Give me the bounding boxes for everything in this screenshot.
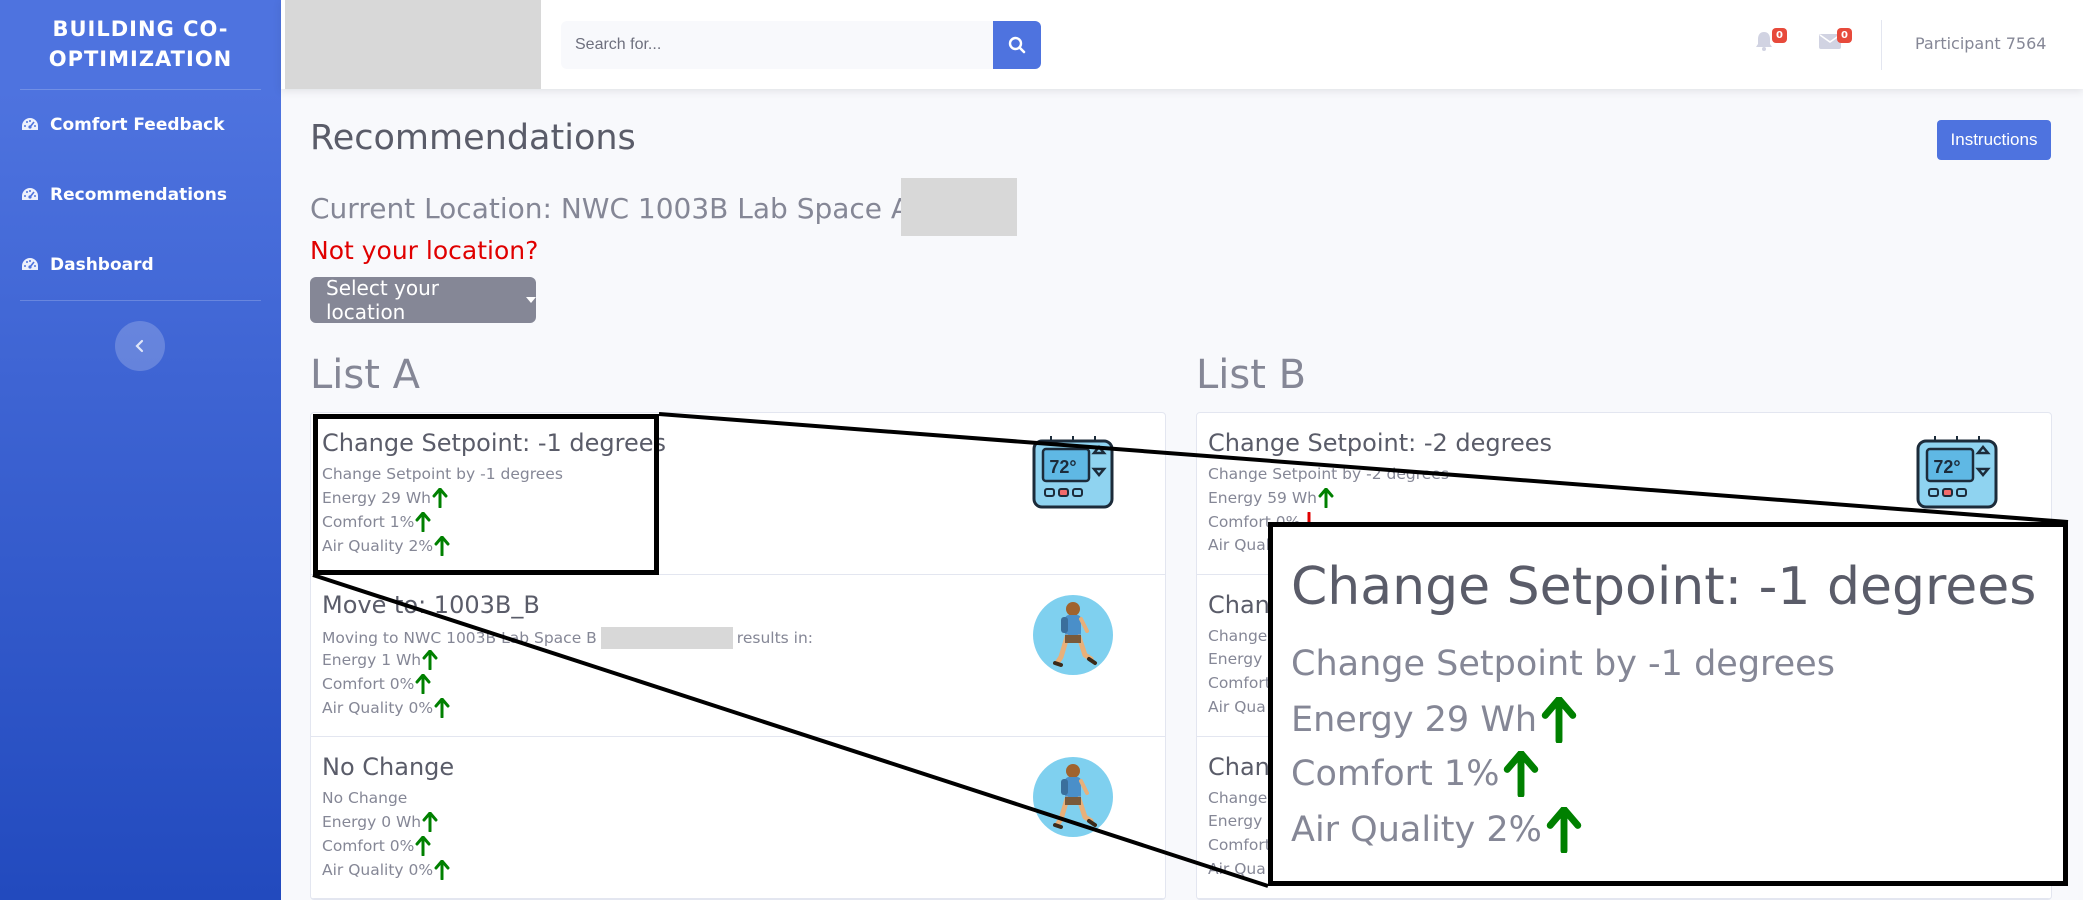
select-location-label: Select your location (326, 276, 440, 324)
tachometer-icon (20, 185, 40, 205)
item-comfort: Comfort 0% (322, 674, 431, 694)
item-description: Change (1208, 789, 1268, 807)
messages-count-badge: 0 (1837, 28, 1852, 43)
not-your-location-text: Not your location? (310, 236, 539, 265)
up-arrow-icon (434, 860, 450, 880)
walking-person-icon (1031, 755, 1115, 839)
item-description: Change (1208, 627, 1268, 645)
svg-text:72°: 72° (1049, 457, 1076, 477)
list-b-title: List B (1196, 352, 1307, 398)
sidebar-divider (20, 89, 261, 90)
alerts-count-badge: 0 (1772, 28, 1787, 43)
up-arrow-icon (422, 812, 438, 832)
item-air-quality: Air Quality 0% (322, 698, 450, 718)
user-menu[interactable]: Participant 7564 (1915, 34, 2046, 53)
item-description: No Change (322, 789, 408, 807)
zoom-callout: Change Setpoint: -1 degrees Change Setpo… (1268, 522, 2068, 886)
up-arrow-icon (415, 674, 431, 694)
zoom-source-highlight (313, 414, 659, 575)
redacted-area (285, 0, 541, 89)
caret-down-icon (526, 297, 536, 303)
up-arrow-icon (434, 698, 450, 718)
search-form (561, 21, 1041, 69)
item-energy: Energy (1208, 812, 1263, 830)
walking-person-icon (1031, 593, 1115, 677)
zoom-item-title: Change Setpoint: -1 degrees (1291, 557, 2037, 617)
topbar: 0 0 Participant 7564 (281, 0, 2083, 89)
zoom-item-air-quality: Air Quality 2% (1291, 807, 1584, 853)
thermostat-icon: 72° (1031, 433, 1115, 517)
sidebar-item-dashboard[interactable]: Dashboard (20, 245, 154, 285)
redacted-area (901, 178, 1017, 236)
sidebar-toggle-button[interactable] (115, 321, 165, 371)
zoom-item-comfort: Comfort 1% (1291, 751, 1541, 797)
up-arrow-icon (1501, 751, 1541, 797)
item-title: Change Setpoint: -2 degrees (1208, 429, 1553, 457)
search-icon (1008, 36, 1026, 54)
item-title: Move to: 1003B_B (322, 591, 540, 619)
list-a-title: List A (310, 352, 420, 398)
up-arrow-icon (1318, 488, 1334, 508)
chevron-left-icon (135, 339, 144, 353)
up-arrow-icon (1544, 807, 1584, 853)
instructions-button[interactable]: Instructions (1937, 120, 2051, 160)
brand-title[interactable]: BUILDING CO-OPTIMIZATION (0, 14, 281, 74)
list-item[interactable]: No Change No Change Energy 0 Wh Comfort … (311, 737, 1165, 899)
item-title: Chan (1208, 591, 1270, 619)
search-input[interactable] (561, 21, 994, 69)
up-arrow-icon (1539, 697, 1579, 743)
item-description: Moving to NWC 1003B Lab Space Bresults i… (322, 627, 814, 649)
sidebar-item-label: Recommendations (50, 185, 227, 205)
list-item[interactable]: Move to: 1003B_B Moving to NWC 1003B Lab… (311, 575, 1165, 737)
zoom-item-description: Change Setpoint by -1 degrees (1291, 644, 1835, 684)
item-energy: Energy (1208, 650, 1263, 668)
item-air-quality: Air Quality 0% (322, 860, 450, 880)
item-air-quality: Air Qual (1208, 536, 1271, 554)
zoom-item-energy: Energy 29 Wh (1291, 697, 1579, 743)
up-arrow-icon (415, 836, 431, 856)
tachometer-icon (20, 255, 40, 275)
item-energy: Energy 1 Wh (322, 650, 438, 670)
select-location-dropdown[interactable]: Select your location (310, 276, 536, 324)
item-title: Chan (1208, 753, 1270, 781)
item-description: Change Setpoint by -2 degrees (1208, 465, 1449, 483)
sidebar-divider (20, 300, 261, 301)
page-title: Recommendations (310, 118, 636, 158)
up-arrow-icon (422, 650, 438, 670)
item-title: No Change (322, 753, 455, 781)
search-button[interactable] (993, 21, 1041, 69)
item-comfort: Comfort 0% (322, 836, 431, 856)
sidebar-item-label: Comfort Feedback (50, 115, 225, 135)
tachometer-icon (20, 115, 40, 135)
current-location: Current Location: NWC 1003B Lab Space A (310, 192, 911, 225)
item-air-quality: Air Qua (1208, 698, 1266, 716)
messages-dropdown[interactable]: 0 (1818, 28, 1852, 60)
alerts-dropdown[interactable]: 0 (1753, 28, 1787, 60)
item-comfort: Comfort (1208, 836, 1271, 854)
redacted-area (600, 627, 733, 649)
item-air-quality: Air Qua (1208, 860, 1266, 878)
sidebar-item-recommendations[interactable]: Recommendations (20, 175, 227, 215)
sidebar-item-comfort-feedback[interactable]: Comfort Feedback (20, 105, 225, 145)
svg-text:72°: 72° (1933, 457, 1960, 477)
item-comfort: Comfort (1208, 674, 1271, 692)
sidebar-item-label: Dashboard (50, 255, 154, 275)
item-energy: Energy 0 Wh (322, 812, 438, 832)
thermostat-icon: 72° (1915, 433, 1999, 517)
item-energy: Energy 59 Wh (1208, 488, 1334, 508)
sidebar: BUILDING CO-OPTIMIZATION Comfort Feedbac… (0, 0, 281, 900)
topbar-divider (1881, 20, 1882, 70)
